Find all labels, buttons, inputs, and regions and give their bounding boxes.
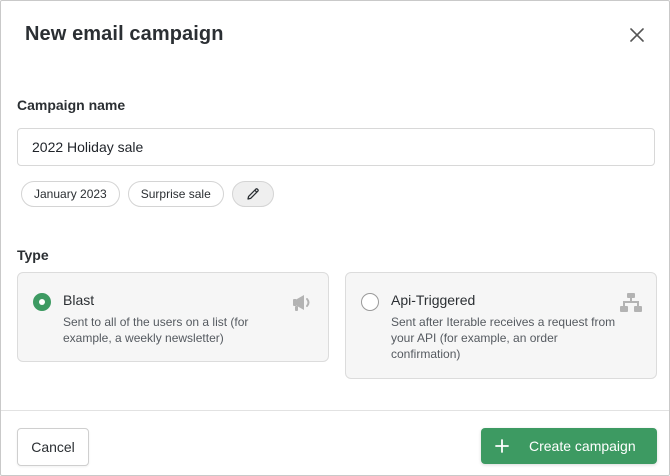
type-option-blast[interactable]: Blast Sent to all of the users on a list… [17,272,329,362]
blast-title: Blast [63,292,95,308]
tag-chip-surprise-sale[interactable]: Surprise sale [127,181,224,207]
campaign-name-label: Campaign name [17,97,126,113]
api-triggered-radio[interactable] [361,293,379,311]
dialog-title: New email campaign [25,23,224,45]
tag-chips: January 2023 Surprise sale [21,181,274,207]
close-button[interactable] [627,25,647,45]
blast-radio[interactable] [33,293,51,311]
new-campaign-dialog: New email campaign Campaign name January… [0,0,670,476]
api-triggered-description: Sent after Iterable receives a request f… [391,315,616,361]
type-option-api-triggered[interactable]: Api-Triggered Sent after Iterable receiv… [345,272,657,379]
create-campaign-label: Create campaign [529,438,636,454]
cancel-button[interactable]: Cancel [17,428,89,466]
megaphone-icon [293,295,310,311]
footer-divider [1,410,669,411]
blast-description: Sent to all of the users on a list (for … [63,315,249,345]
tag-chip-january-2023[interactable]: January 2023 [21,181,120,207]
api-triggered-title: Api-Triggered [391,292,476,308]
dialog-header: New email campaign [1,1,669,71]
plus-icon [495,439,509,453]
type-label: Type [17,247,49,263]
close-icon [630,28,644,42]
campaign-name-input[interactable] [17,128,655,166]
create-campaign-button[interactable]: Create campaign [481,428,657,464]
edit-tags-button[interactable] [231,181,274,207]
pencil-icon [247,188,259,200]
workflow-icon [620,293,642,312]
